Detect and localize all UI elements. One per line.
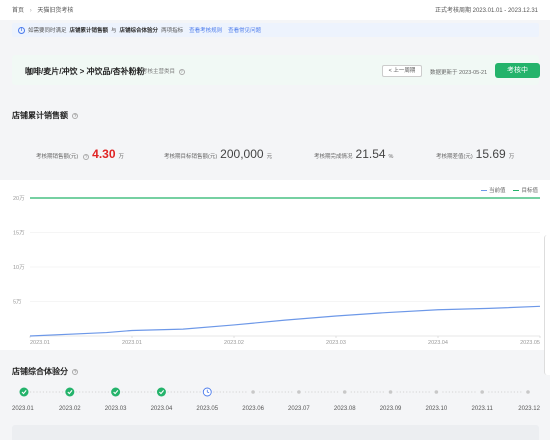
sales-section-title: 店铺累计销售额 ? [12, 110, 79, 121]
stat-unit: 万 [118, 154, 125, 160]
help-icon[interactable]: ? [83, 154, 90, 160]
timeline-month-label: 2023.03 [105, 406, 127, 412]
notice-text-2: 两项指标 [161, 28, 184, 34]
stat-unit: 元 [266, 154, 273, 160]
x-tick-label: 2023.04 [428, 340, 448, 346]
check-icon[interactable] [65, 387, 75, 397]
timeline-month-label: 2023.01 [12, 406, 34, 412]
legend-current[interactable]: 当前值 [480, 186, 506, 194]
stat-label: 考核期目标销售额(元) [164, 154, 218, 160]
x-tick-label: 2023.01 [122, 340, 142, 346]
timeline-month-label: 2023.02 [59, 406, 81, 412]
category-subtitle: 考核主营类目 ? [142, 67, 185, 75]
category-title: 咖啡/麦片/冲饮 > 冲饮品/杏补粉粉 [25, 67, 145, 76]
timeline-month-label: 2023.07 [288, 406, 310, 412]
pending-dot [388, 390, 393, 394]
timeline-month-label: 2023.05 [196, 406, 218, 412]
previous-period-button[interactable]: < 上一周期 [382, 65, 422, 77]
breadcrumb-home-link[interactable]: 首页 [12, 8, 24, 14]
breadcrumb-current: 天猫旧货考核 [37, 8, 74, 14]
check-icon[interactable] [19, 387, 29, 397]
pending-dot [526, 390, 530, 394]
stat-difference: 考核期差值(元) 15.69 万 [436, 147, 514, 161]
stat-label: 考核期销售额(元) [36, 154, 79, 160]
stat-label: 考核期差值(元) [436, 154, 473, 160]
notice-metric-2: 店铺综合体验分 [119, 28, 159, 34]
legend-current-swatch [480, 189, 487, 192]
breadcrumb: 首页 › 天猫旧货考核 [12, 5, 73, 14]
pending-dot [434, 390, 439, 394]
x-tick-label: 2023.05 [520, 340, 540, 346]
x-tick-label: 2023.02 [224, 340, 244, 346]
stat-target-sales: 考核期目标销售额(元) 200,000 元 [164, 147, 272, 161]
stat-label: 考核期完成情况 [314, 154, 353, 160]
notice-text-1: 如需要同时满足 [28, 28, 67, 34]
pending-dot [297, 390, 301, 394]
legend-current-label: 当前值 [488, 188, 506, 194]
category-card: 咖啡/麦片/冲饮 > 冲饮品/杏补粉粉 考核主营类目 ? < 上一周期 数据更新… [12, 55, 540, 85]
stat-sales: 考核期销售额(元) ? 4.30 万 [36, 147, 124, 161]
sales-chart: 当前值 目标值 5万 10万 15万 20万 2023.01 2023.01 2023.02… [0, 180, 550, 350]
y-tick-label: 5万 [13, 299, 22, 306]
timeline-month-label: 2023.10 [426, 406, 448, 412]
stat-value: 200,000 [220, 147, 264, 161]
assessment-period: 正式考核周期 2023.01.01 - 2023.12.31 [434, 8, 538, 14]
x-tick-label: 2023.01 [30, 340, 50, 346]
chart-legend: 当前值 目标值 [480, 186, 538, 194]
sales-stats-panel: 考核期销售额(元) ? 4.30 万 考核期目标销售额(元) 200,000 元… [12, 132, 539, 176]
bottom-panel [12, 425, 539, 440]
x-tick-label: 2023.03 [326, 340, 346, 346]
top-bar: 首页 › 天猫旧货考核 正式考核周期 2023.01.01 - 2023.12.… [0, 0, 550, 20]
stat-completion: 考核期完成情况 21.54 % [314, 147, 393, 161]
series-current-line [29, 305, 541, 337]
stat-value: 4.30 [92, 147, 116, 161]
pending-dot [480, 390, 484, 394]
chart-svg: 5万 10万 15万 20万 2023.01 2023.01 2023.02 2023.03 2… [13, 195, 541, 346]
timeline-month-label: 2023.04 [151, 406, 173, 412]
y-tick-label: 10万 [13, 264, 25, 271]
sales-section-label: 店铺累计销售额 [12, 111, 68, 120]
view-faq-link[interactable]: 查看常见问题 [228, 26, 261, 34]
help-icon[interactable]: ? [178, 68, 185, 75]
stat-unit: 万 [508, 154, 515, 160]
category-sub-label: 考核主营类目 [142, 69, 176, 75]
legend-target[interactable]: 目标值 [513, 186, 538, 194]
legend-target-swatch [513, 189, 520, 192]
y-tick-label: 20万 [13, 195, 25, 202]
help-icon[interactable]: ? [72, 112, 79, 119]
check-icon[interactable] [156, 387, 166, 397]
breadcrumb-chevron-icon: › [29, 8, 32, 14]
view-rules-link[interactable]: 查看考核规则 [189, 26, 222, 34]
timeline-month-label: 2023.11 [472, 406, 494, 412]
check-icon[interactable] [111, 387, 121, 397]
pending-dot [342, 390, 347, 394]
timeline-month-label: 2023.08 [334, 406, 356, 412]
notice-banner: i 如需要同时满足 店铺累计销售额 与 店铺综合体验分 两项指标 查看考核规则 … [12, 23, 539, 37]
notice-metric-1: 店铺累计销售额 [69, 28, 109, 34]
month-timeline: 2023.01 2023.02 2023.03 2023.04 2023.05 2023.… [12, 387, 541, 412]
info-icon: i [18, 26, 25, 34]
pending-dot [251, 390, 255, 394]
assessment-status-button[interactable]: 考核中 [495, 63, 540, 78]
legend-target-label: 目标值 [521, 188, 538, 194]
timeline-month-label: 2023.09 [380, 406, 402, 412]
timeline-month-label: 2023.06 [242, 406, 264, 412]
data-updated-text: 数据更新于 2023-05-21 [430, 70, 488, 76]
score-section-label: 店铺综合体验分 [12, 367, 68, 376]
stat-value: 21.54 [355, 147, 386, 161]
stat-unit: % [388, 154, 394, 160]
timeline-month-label: 2023.12 [518, 406, 540, 412]
side-panel-handle[interactable] [544, 235, 550, 375]
score-section-title: 店铺综合体验分 ? [12, 366, 79, 377]
stat-value: 15.69 [475, 147, 506, 161]
y-tick-label: 15万 [13, 230, 25, 237]
help-icon[interactable]: ? [72, 368, 79, 375]
notice-and: 与 [111, 28, 117, 34]
